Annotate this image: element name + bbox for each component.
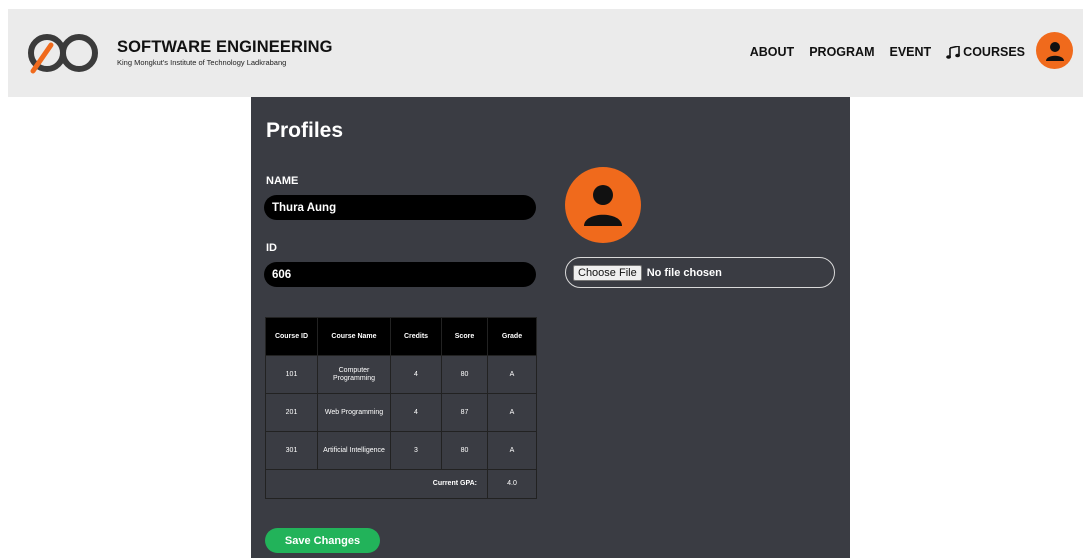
column-header: Credits (390, 317, 442, 356)
credits-cell: 4 (390, 393, 442, 432)
top-navbar: SOFTWARE ENGINEERING King Mongkut's Inst… (8, 9, 1083, 97)
column-header: Course ID (265, 317, 318, 356)
course-name-cell: Computer Programming (317, 355, 391, 394)
choose-file-button[interactable]: Choose File (573, 264, 642, 281)
column-header: Course Name (317, 317, 391, 356)
table-row: 201 Web Programming 4 87 A (265, 393, 537, 432)
grades-table: Course ID Course Name Credits Score Grad… (265, 317, 537, 499)
id-field[interactable] (264, 262, 536, 287)
credits-cell: 4 (390, 355, 442, 394)
profile-avatar (565, 167, 641, 243)
course-name-cell: Artificial Intelligence (317, 431, 391, 470)
credits-cell: 3 (390, 431, 442, 470)
grade-cell: A (487, 393, 537, 432)
profile-avatar-button[interactable] (1036, 32, 1073, 69)
profile-panel: Profiles NAME ID Choose File No file cho… (251, 97, 850, 558)
course-id-cell: 301 (265, 431, 318, 470)
file-status: No file chosen (646, 266, 722, 279)
course-id-cell: 201 (265, 393, 318, 432)
page-title: Profiles (266, 119, 344, 142)
music-note-icon (946, 45, 961, 59)
user-avatar-icon (584, 185, 622, 226)
gpa-label: Current GPA: (265, 469, 488, 499)
nav-about[interactable]: ABOUT (750, 45, 794, 59)
course-id-cell: 101 (265, 355, 318, 394)
nav-courses[interactable]: COURSES (946, 45, 1025, 59)
id-label: ID (266, 242, 277, 254)
name-field[interactable] (264, 195, 536, 220)
file-upload: Choose File No file chosen (565, 257, 835, 288)
table-row: 301 Artificial Intelligence 3 80 A (265, 431, 537, 470)
table-header-row: Course ID Course Name Credits Score Grad… (265, 317, 537, 356)
score-cell: 87 (441, 393, 488, 432)
brand-subtitle: King Mongkut's Institute of Technology L… (117, 58, 287, 67)
nav-links: ABOUT PROGRAM EVENT COURSES (750, 45, 1025, 59)
grade-cell: A (487, 355, 537, 394)
nav-program[interactable]: PROGRAM (809, 45, 874, 59)
score-cell: 80 (441, 355, 488, 394)
save-changes-button[interactable]: Save Changes (265, 528, 380, 553)
nav-event[interactable]: EVENT (889, 45, 931, 59)
table-row: 101 Computer Programming 4 80 A (265, 355, 537, 394)
logo[interactable] (25, 31, 101, 75)
column-header: Grade (487, 317, 537, 356)
gpa-row: Current GPA: 4.0 (265, 469, 537, 499)
user-avatar-icon (1045, 41, 1064, 61)
nav-courses-label: COURSES (963, 45, 1025, 59)
name-label: NAME (266, 175, 299, 187)
course-name-cell: Web Programming (317, 393, 391, 432)
column-header: Score (441, 317, 488, 356)
score-cell: 80 (441, 431, 488, 470)
gpa-value: 4.0 (487, 469, 537, 499)
grade-cell: A (487, 431, 537, 470)
brand-title: SOFTWARE ENGINEERING (117, 38, 333, 56)
